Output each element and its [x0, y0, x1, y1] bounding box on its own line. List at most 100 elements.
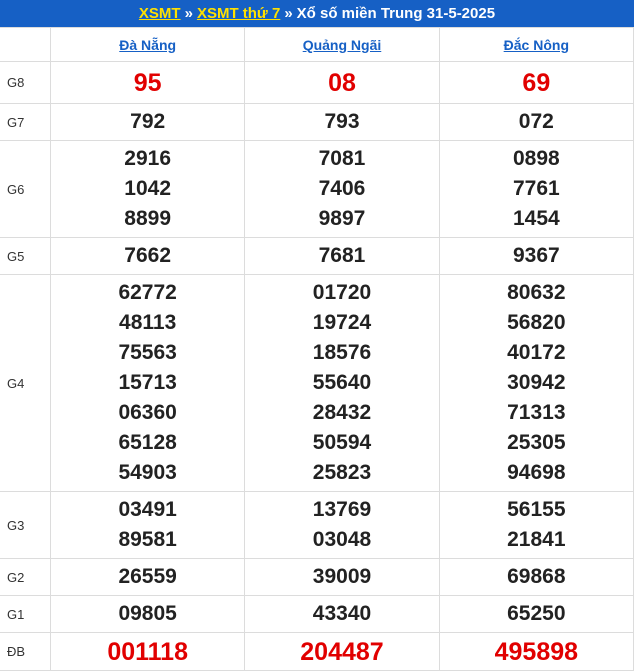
lottery-number: 69868 — [507, 565, 566, 588]
xsmt-thu7-link[interactable]: XSMT thứ 7 — [197, 5, 280, 22]
prize-cell: 03491 89581 — [49, 491, 246, 559]
prize-cell: 26559 — [49, 558, 246, 596]
lottery-number: 21841 — [507, 528, 566, 551]
prize-row-g3: G3 03491 89581 13769 03048 56155 21841 — [0, 491, 634, 559]
lottery-number: 19724 — [312, 311, 372, 334]
prize-label: G6 — [0, 140, 51, 238]
prize-label: G3 — [0, 491, 51, 559]
prize-label: G4 — [0, 274, 51, 492]
lottery-number: 25823 — [312, 461, 372, 484]
prize-row-g5: G5 7662 7681 9367 — [0, 237, 634, 275]
prize-cell: 08 — [244, 61, 440, 104]
lottery-number: 06360 — [118, 401, 177, 424]
lottery-number: 89581 — [118, 528, 177, 551]
lottery-number: 08 — [328, 68, 356, 97]
lottery-number: 7081 — [318, 147, 366, 170]
breadcrumb-separator: » — [184, 5, 193, 22]
lottery-number: 1042 — [124, 177, 172, 200]
prize-cell: 7081 7406 9897 — [244, 140, 440, 238]
lottery-number: 43340 — [312, 602, 372, 625]
blank-header-cell — [0, 27, 51, 62]
lottery-number: 7761 — [512, 177, 560, 200]
lottery-number: 94698 — [507, 461, 566, 484]
province-header: Đà Nẵng — [49, 27, 246, 62]
prize-cell: 072 — [438, 103, 634, 141]
lottery-number: 71313 — [507, 401, 566, 424]
province-link-dac-nong[interactable]: Đắc Nông — [504, 37, 569, 53]
lottery-number: 25305 — [507, 431, 566, 454]
prize-cell: 62772 48113 75563 15713 06360 65128 54903 — [49, 274, 246, 492]
prize-cell: 56155 21841 — [438, 491, 634, 559]
lottery-number: 793 — [324, 110, 360, 133]
lottery-number: 13769 — [312, 498, 372, 521]
lottery-number: 204487 — [300, 637, 384, 666]
lottery-number: 01720 — [312, 281, 372, 304]
province-link-quang-ngai[interactable]: Quảng Ngãi — [303, 37, 382, 53]
lottery-number: 1454 — [512, 207, 560, 230]
prize-label: G8 — [0, 61, 51, 104]
prize-cell: 95 — [49, 61, 246, 104]
prize-row-db: ĐB 001118 204487 495898 — [0, 632, 634, 671]
prize-cell: 2916 1042 8899 — [49, 140, 246, 238]
prize-row-g7: G7 792 793 072 — [0, 103, 634, 141]
prize-cell: 9367 — [438, 237, 634, 275]
lottery-number: 40172 — [507, 341, 566, 364]
prize-label: G7 — [0, 103, 51, 141]
lottery-number: 30942 — [507, 371, 566, 394]
prize-row-g2: G2 26559 39009 69868 — [0, 558, 634, 596]
prize-label: G1 — [0, 595, 51, 633]
lottery-number: 50594 — [312, 431, 372, 454]
prize-cell: 01720 19724 18576 55640 28432 50594 25823 — [244, 274, 440, 492]
prize-row-g6: G6 2916 1042 8899 7081 7406 9897 0898 7761 1454 — [0, 140, 634, 238]
lottery-number: 9897 — [318, 207, 366, 230]
lottery-number: 09805 — [118, 602, 177, 625]
lottery-number: 792 — [130, 110, 166, 133]
lottery-number: 39009 — [312, 565, 372, 588]
prize-cell: 80632 56820 40172 30942 71313 25305 94698 — [438, 274, 634, 492]
prize-cell: 09805 — [49, 595, 246, 633]
lottery-number: 95 — [133, 68, 162, 97]
lottery-number: 28432 — [312, 401, 372, 424]
province-link-da-nang[interactable]: Đà Nẵng — [119, 37, 176, 53]
lottery-number: 8899 — [124, 207, 172, 230]
prize-cell: 7662 — [49, 237, 246, 275]
results-table: Đà Nẵng Quảng Ngãi Đắc Nông G8 95 08 69 G7 79… — [0, 27, 634, 671]
prize-cell: 001118 — [49, 632, 246, 671]
lottery-number: 56820 — [507, 311, 566, 334]
lottery-number: 69 — [522, 68, 551, 97]
prize-row-g1: G1 09805 43340 65250 — [0, 595, 634, 633]
lottery-number: 15713 — [118, 371, 177, 394]
prize-cell: 69868 — [438, 558, 634, 596]
prize-cell: 13769 03048 — [244, 491, 440, 559]
page-title: Xổ số miền Trung 31-5-2025 — [296, 5, 496, 22]
prize-label: G2 — [0, 558, 51, 596]
prize-cell: 495898 — [438, 632, 634, 671]
prize-cell: 43340 — [244, 595, 440, 633]
prize-cell: 69 — [438, 61, 634, 104]
prize-row-g8: G8 95 08 69 — [0, 61, 634, 104]
prize-cell: 0898 7761 1454 — [438, 140, 634, 238]
lottery-number: 7406 — [318, 177, 366, 200]
lottery-number: 55640 — [312, 371, 372, 394]
lottery-number: 18576 — [312, 341, 372, 364]
province-header: Đắc Nông — [438, 27, 634, 62]
lottery-number: 75563 — [118, 341, 177, 364]
lottery-number: 7662 — [124, 244, 172, 267]
prize-cell: 7681 — [244, 237, 440, 275]
prize-label: G5 — [0, 237, 51, 275]
lottery-number: 80632 — [507, 281, 566, 304]
lottery-number: 001118 — [107, 637, 188, 666]
lottery-number: 65250 — [507, 602, 566, 625]
lottery-number: 495898 — [494, 637, 579, 666]
lottery-number: 072 — [518, 110, 554, 133]
xsmt-link[interactable]: XSMT — [139, 5, 181, 22]
breadcrumb-separator: » — [284, 5, 293, 22]
province-header: Quảng Ngãi — [244, 27, 440, 62]
prize-label: ĐB — [0, 632, 51, 671]
lottery-number: 03491 — [118, 498, 177, 521]
prize-cell: 793 — [244, 103, 440, 141]
lottery-number: 9367 — [512, 244, 560, 267]
prize-row-g4: G4 62772 48113 75563 15713 06360 65128 54903 017… — [0, 274, 634, 492]
results-body: G8 95 08 69 G7 792 793 072 G6 2916 1042 8899 7081 740… — [0, 61, 634, 671]
lottery-number: 0898 — [512, 147, 560, 170]
